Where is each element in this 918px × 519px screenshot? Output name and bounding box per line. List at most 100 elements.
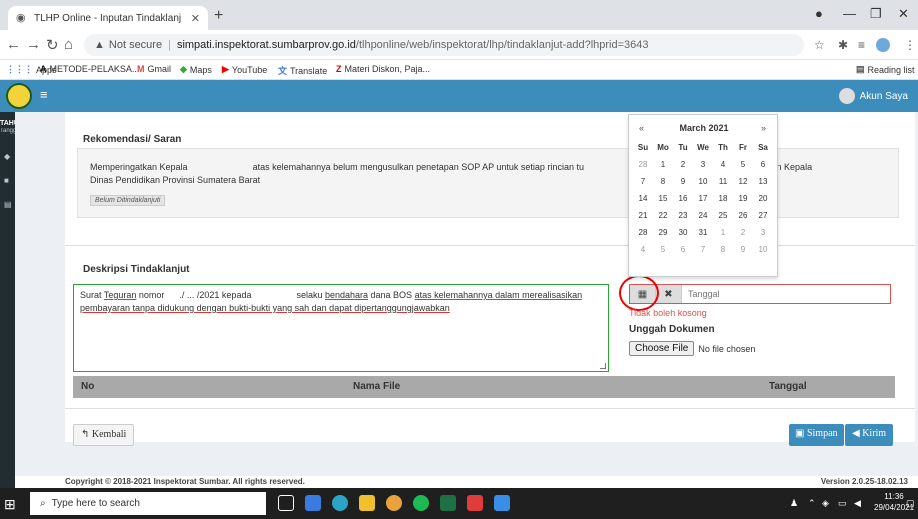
account-menu[interactable]: Akun Saya: [838, 88, 908, 104]
reload-icon[interactable]: ↻: [46, 36, 59, 54]
calendar-day[interactable]: 11: [713, 173, 733, 190]
network-icon[interactable]: ◈: [822, 498, 829, 509]
star-icon[interactable]: ☆: [814, 38, 825, 52]
calendar-day[interactable]: 16: [673, 190, 693, 207]
close-tab-icon[interactable]: ✕: [191, 12, 200, 25]
menu-icon[interactable]: ⋮: [904, 38, 916, 52]
task-view-icon[interactable]: [278, 495, 294, 511]
calendar-day[interactable]: 8: [653, 173, 673, 190]
app-icon[interactable]: [305, 495, 321, 511]
calendar-day[interactable]: 18: [713, 190, 733, 207]
calendar-day[interactable]: 9: [673, 173, 693, 190]
book-icon[interactable]: ■: [4, 176, 9, 185]
calendar-day[interactable]: 27: [753, 207, 773, 224]
calendar-day[interactable]: 2: [673, 156, 693, 173]
bookmark-metode[interactable]: A METODE-PELAKSA...: [40, 64, 139, 74]
choose-file-button[interactable]: Choose File: [629, 341, 695, 356]
app-icon[interactable]: [467, 495, 483, 511]
calendar-day[interactable]: 28: [633, 156, 653, 173]
calendar-day[interactable]: 6: [673, 241, 693, 258]
close-window-button[interactable]: ✕: [898, 6, 909, 22]
bookmark-maps[interactable]: ◆ Maps: [180, 64, 212, 75]
calendar-month[interactable]: March 2021: [629, 123, 779, 133]
calendar-day[interactable]: 28: [633, 224, 653, 241]
app-icon[interactable]: [494, 495, 510, 511]
home-icon[interactable]: ⌂: [64, 36, 73, 53]
calendar-day[interactable]: 1: [713, 224, 733, 241]
calendar-day[interactable]: 3: [693, 156, 713, 173]
back-icon[interactable]: ←: [6, 36, 21, 53]
next-month-button[interactable]: »: [761, 123, 766, 133]
edge-icon[interactable]: [332, 495, 348, 511]
calendar-day[interactable]: 9: [733, 241, 753, 258]
calendar-day[interactable]: 22: [653, 207, 673, 224]
calendar-day[interactable]: 8: [713, 241, 733, 258]
extension-icon[interactable]: ✱: [838, 38, 848, 52]
calendar-day[interactable]: 2: [733, 224, 753, 241]
weekday: Tu: [678, 143, 688, 152]
file-explorer-icon[interactable]: [359, 495, 375, 511]
forward-icon[interactable]: →: [26, 36, 41, 53]
profile-avatar[interactable]: [876, 38, 890, 52]
kembali-button[interactable]: ↰ Kembali: [73, 424, 135, 446]
calendar-day[interactable]: 26: [733, 207, 753, 224]
date-input[interactable]: [682, 285, 890, 303]
calendar-day[interactable]: 19: [733, 190, 753, 207]
calendar-day[interactable]: 4: [633, 241, 653, 258]
battery-icon[interactable]: ▭: [838, 498, 847, 509]
calendar-day[interactable]: 5: [653, 241, 673, 258]
calendar-day[interactable]: 10: [693, 173, 713, 190]
bookmark-materi[interactable]: Z Materi Diskon, Paja...: [336, 64, 430, 74]
calendar-day[interactable]: 15: [653, 190, 673, 207]
calendar-day[interactable]: 5: [733, 156, 753, 173]
spotify-icon[interactable]: [413, 495, 429, 511]
calendar-day[interactable]: 29: [653, 224, 673, 241]
chrome-icon[interactable]: [386, 495, 402, 511]
notification-icon[interactable]: ▢: [906, 498, 915, 509]
taskbar-search[interactable]: ⌕ Type here to search: [30, 492, 266, 515]
calendar-day[interactable]: 14: [633, 190, 653, 207]
calendar-day[interactable]: 3: [753, 224, 773, 241]
calendar-day[interactable]: 20: [753, 190, 773, 207]
chevron-up-icon[interactable]: ⌃: [808, 498, 816, 509]
queue-icon[interactable]: ≡: [858, 38, 865, 52]
calendar-day[interactable]: 30: [673, 224, 693, 241]
calendar-day[interactable]: 6: [753, 156, 773, 173]
dashboard-icon[interactable]: ◆: [4, 152, 10, 161]
calendar-day[interactable]: 25: [713, 207, 733, 224]
calendar-day[interactable]: 13: [753, 173, 773, 190]
volume-icon[interactable]: ◀: [854, 498, 861, 509]
calendar-day[interactable]: 1: [653, 156, 673, 173]
copyright: Copyright © 2018-2021 Inspektorat Sumbar…: [65, 477, 305, 486]
windows-start-icon[interactable]: ⊞: [4, 496, 16, 513]
bookmark-translate[interactable]: 文 Translate: [278, 64, 327, 77]
calendar-day[interactable]: 23: [673, 207, 693, 224]
people-icon[interactable]: ♟: [790, 498, 798, 509]
hamburger-icon[interactable]: ≡: [40, 87, 48, 102]
calendar-day[interactable]: 4: [713, 156, 733, 173]
clear-date-icon[interactable]: ✖: [656, 285, 682, 303]
browser-tab[interactable]: ◉ TLHP Online - Inputan Tindaklanj ✕: [8, 6, 208, 30]
calendar-day[interactable]: 24: [693, 207, 713, 224]
url-field[interactable]: ▲ Not secure | simpati.inspektorat.sumba…: [84, 34, 804, 56]
resize-handle[interactable]: [600, 363, 606, 369]
minimize-button[interactable]: —: [843, 6, 856, 21]
list-icon[interactable]: ▤: [4, 200, 12, 209]
calendar-day[interactable]: 21: [633, 207, 653, 224]
calendar-day[interactable]: 7: [633, 173, 653, 190]
reading-list[interactable]: ▤ Reading list: [856, 64, 915, 75]
bookmark-youtube[interactable]: ▶ YouTube: [222, 64, 267, 75]
calendar-day[interactable]: 17: [693, 190, 713, 207]
new-tab-button[interactable]: +: [214, 7, 223, 25]
deskripsi-textarea[interactable]: Surat Teguran nomor ./ ... /2021 kepada …: [73, 284, 609, 372]
simpan-button[interactable]: ▣ Simpan: [789, 424, 844, 446]
restore-button[interactable]: ❐: [870, 6, 882, 22]
calendar-day[interactable]: 7: [693, 241, 713, 258]
kirim-button[interactable]: ◀ Kirim: [845, 424, 894, 446]
calendar-day[interactable]: 31: [693, 224, 713, 241]
excel-icon[interactable]: [440, 495, 456, 511]
calendar-day[interactable]: 10: [753, 241, 773, 258]
bookmark-gmail[interactable]: M Gmail: [137, 64, 171, 74]
calendar-day[interactable]: 12: [733, 173, 753, 190]
record-icon[interactable]: ●: [815, 6, 823, 21]
